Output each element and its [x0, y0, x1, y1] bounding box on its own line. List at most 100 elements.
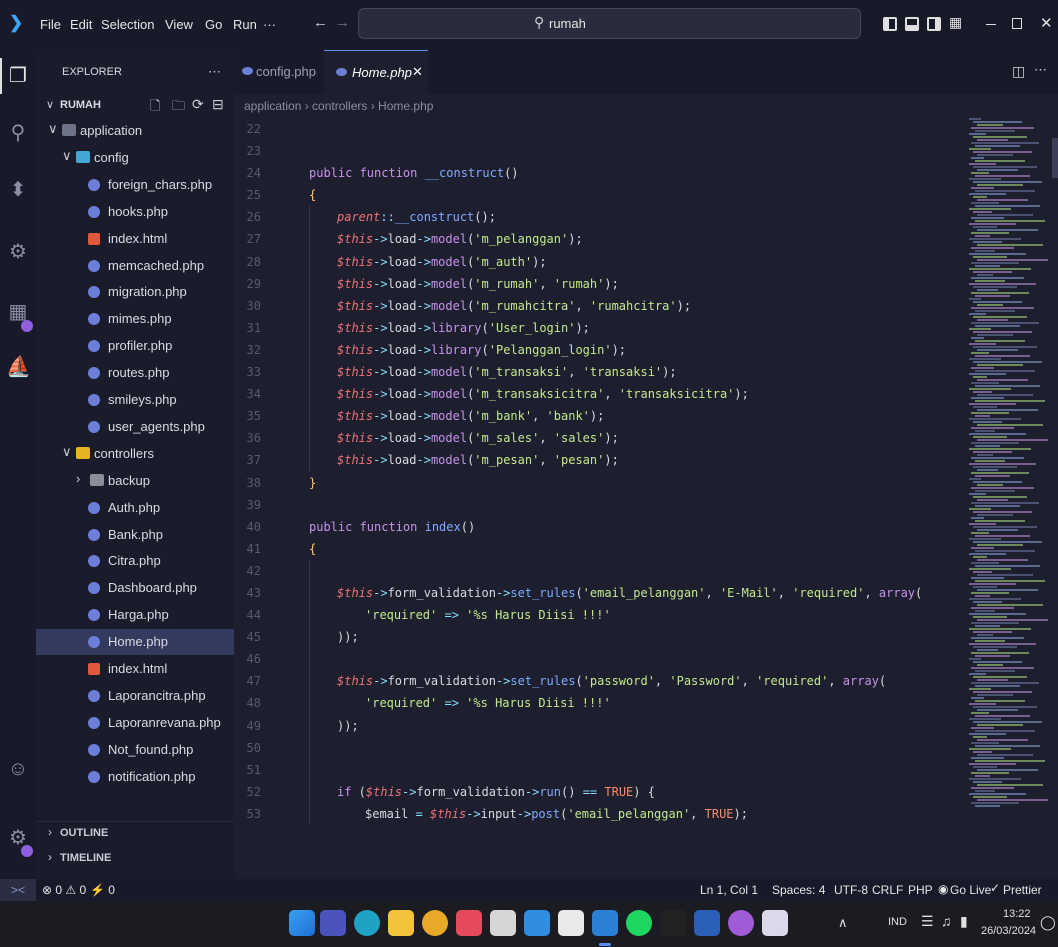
tree-item[interactable]: user_agents.php: [36, 414, 234, 440]
menu-edit[interactable]: Edit: [70, 17, 92, 32]
spotify-icon[interactable]: [626, 910, 652, 936]
volume-icon[interactable]: ♫: [941, 913, 952, 929]
tree-item[interactable]: › backup: [36, 468, 234, 494]
source-control-icon[interactable]: ⬍: [6, 178, 30, 202]
code-line[interactable]: 'required' => '%s Harus Diisi !!!': [309, 604, 969, 626]
menu-run[interactable]: Run: [233, 17, 257, 32]
code-line[interactable]: [309, 118, 969, 140]
outline-section[interactable]: › OUTLINE: [36, 821, 234, 843]
tree-item[interactable]: profiler.php: [36, 333, 234, 359]
code-line[interactable]: [309, 759, 969, 781]
code-line[interactable]: public function index(): [309, 516, 969, 538]
problems-indicator[interactable]: ⊗ 0 ⚠ 0: [42, 883, 86, 897]
code-line[interactable]: $this->load->model('m_rumahcitra', 'ruma…: [309, 295, 969, 317]
edge-icon[interactable]: [354, 910, 380, 936]
explorer-more-icon[interactable]: ⋯: [208, 64, 221, 80]
tree-item[interactable]: Harga.php: [36, 602, 234, 628]
menu-selection[interactable]: Selection: [101, 17, 154, 32]
code-line[interactable]: [309, 140, 969, 162]
ports-indicator[interactable]: ⚡ 0: [90, 883, 115, 897]
word-icon[interactable]: [694, 910, 720, 936]
tree-item[interactable]: ∨ controllers: [36, 441, 234, 467]
tree-item[interactable]: index.html: [36, 226, 234, 252]
code-line[interactable]: public function __construct(): [309, 162, 969, 184]
clock-time[interactable]: 13:22: [1003, 908, 1031, 920]
tab-close-icon[interactable]: ✕: [412, 64, 423, 80]
toggle-secondary-sidebar-icon[interactable]: [927, 17, 941, 31]
notepad-icon[interactable]: [558, 910, 584, 936]
forward-arrow-icon[interactable]: →: [335, 14, 350, 31]
code-line[interactable]: {: [309, 184, 969, 206]
editor-more-icon[interactable]: ⋯: [1034, 62, 1047, 78]
code-line[interactable]: $this->load->model('m_bank', 'bank');: [309, 405, 969, 427]
tree-item[interactable]: Bank.php: [36, 522, 234, 548]
tray-chevron-icon[interactable]: ∧: [838, 915, 848, 931]
code-content[interactable]: public function __construct(){parent::__…: [309, 118, 969, 825]
toggle-panel-icon[interactable]: [905, 17, 919, 31]
vscode-logo-icon[interactable]: ❯: [9, 14, 27, 32]
tab-home-php[interactable]: Home.php ✕: [324, 50, 428, 94]
debug-icon[interactable]: ⚙: [6, 240, 30, 264]
code-line[interactable]: $this->load->model('m_auth');: [309, 251, 969, 273]
close-icon[interactable]: ✕: [1040, 14, 1053, 32]
tree-item[interactable]: Home.php: [36, 629, 234, 656]
app-doc-icon[interactable]: [762, 910, 788, 936]
tree-item[interactable]: Laporanrevana.php: [36, 710, 234, 736]
language-mode[interactable]: PHP: [908, 883, 933, 897]
minimize-icon[interactable]: [986, 24, 996, 25]
tree-item[interactable]: Dashboard.php: [36, 575, 234, 601]
collapse-all-icon[interactable]: ⊟: [212, 96, 224, 113]
code-line[interactable]: $this->load->model('m_rumah', 'rumah');: [309, 273, 969, 295]
battery-icon[interactable]: ▮: [960, 913, 968, 930]
tree-item[interactable]: ∨ application: [36, 118, 234, 144]
explorer-icon[interactable]: ❐: [6, 64, 30, 88]
toggle-sidebar-icon[interactable]: [883, 17, 897, 31]
menu-view[interactable]: View: [165, 17, 193, 32]
split-editor-icon[interactable]: ◫: [1012, 63, 1025, 80]
code-line[interactable]: [309, 494, 969, 516]
tab-config-php[interactable]: config.php: [234, 50, 320, 94]
remote-indicator[interactable]: ><: [0, 879, 36, 901]
code-line[interactable]: $this->load->model('m_transaksicitra', '…: [309, 383, 969, 405]
back-arrow-icon[interactable]: ←: [313, 14, 328, 31]
wifi-icon[interactable]: ☰: [921, 913, 934, 930]
tree-item[interactable]: Auth.php: [36, 495, 234, 521]
code-line[interactable]: $this->load->library('Pelanggan_login');: [309, 339, 969, 361]
code-line[interactable]: 'required' => '%s Harus Diisi !!!': [309, 692, 969, 714]
code-line[interactable]: $this->load->library('User_login');: [309, 317, 969, 339]
vertical-scrollbar[interactable]: [1052, 138, 1058, 178]
notification-bell-icon[interactable]: ◯: [1040, 914, 1056, 931]
tree-item[interactable]: foreign_chars.php: [36, 172, 234, 198]
indentation[interactable]: Spaces: 4: [772, 883, 825, 897]
vscode-taskbar-icon[interactable]: [592, 910, 618, 936]
tree-item[interactable]: memcached.php: [36, 253, 234, 279]
go-live-button[interactable]: Go Live: [950, 883, 991, 897]
minimap[interactable]: [969, 118, 1053, 818]
workspace-header[interactable]: ∨ RUMAH 🗋 🗀 ⟳ ⊟: [36, 94, 234, 118]
code-line[interactable]: $this->load->model('m_pesan', 'pesan');: [309, 449, 969, 471]
accounts-icon[interactable]: ☺: [6, 757, 30, 781]
language-indicator[interactable]: IND: [888, 916, 907, 928]
tree-item[interactable]: hooks.php: [36, 199, 234, 225]
code-line[interactable]: $this->form_validation->set_rules('email…: [309, 582, 969, 604]
timeline-section[interactable]: › TIMELINE: [36, 847, 234, 869]
search-sidebar-icon[interactable]: ⚲: [6, 121, 30, 145]
calculator-icon[interactable]: [490, 910, 516, 936]
clock-date[interactable]: 26/03/2024: [981, 925, 1036, 937]
tradingview-icon[interactable]: [660, 910, 686, 936]
docker-icon[interactable]: ⛵: [6, 355, 31, 379]
refresh-icon[interactable]: ⟳: [192, 96, 204, 113]
code-line[interactable]: {: [309, 538, 969, 560]
tree-item[interactable]: Laporancitra.php: [36, 683, 234, 709]
prettier-button[interactable]: Prettier: [1003, 883, 1042, 897]
command-center-search[interactable]: ⚲ rumah: [358, 8, 861, 39]
tree-item[interactable]: ∨ config: [36, 145, 234, 171]
new-folder-icon[interactable]: 🗀: [172, 97, 185, 119]
code-line[interactable]: [309, 648, 969, 670]
code-line[interactable]: ));: [309, 715, 969, 737]
code-line[interactable]: $this->load->model('m_sales', 'sales');: [309, 427, 969, 449]
code-line[interactable]: $this->load->model('m_transaksi', 'trans…: [309, 361, 969, 383]
code-line[interactable]: ));: [309, 626, 969, 648]
encoding[interactable]: UTF-8: [834, 883, 868, 897]
canva-icon[interactable]: [728, 910, 754, 936]
